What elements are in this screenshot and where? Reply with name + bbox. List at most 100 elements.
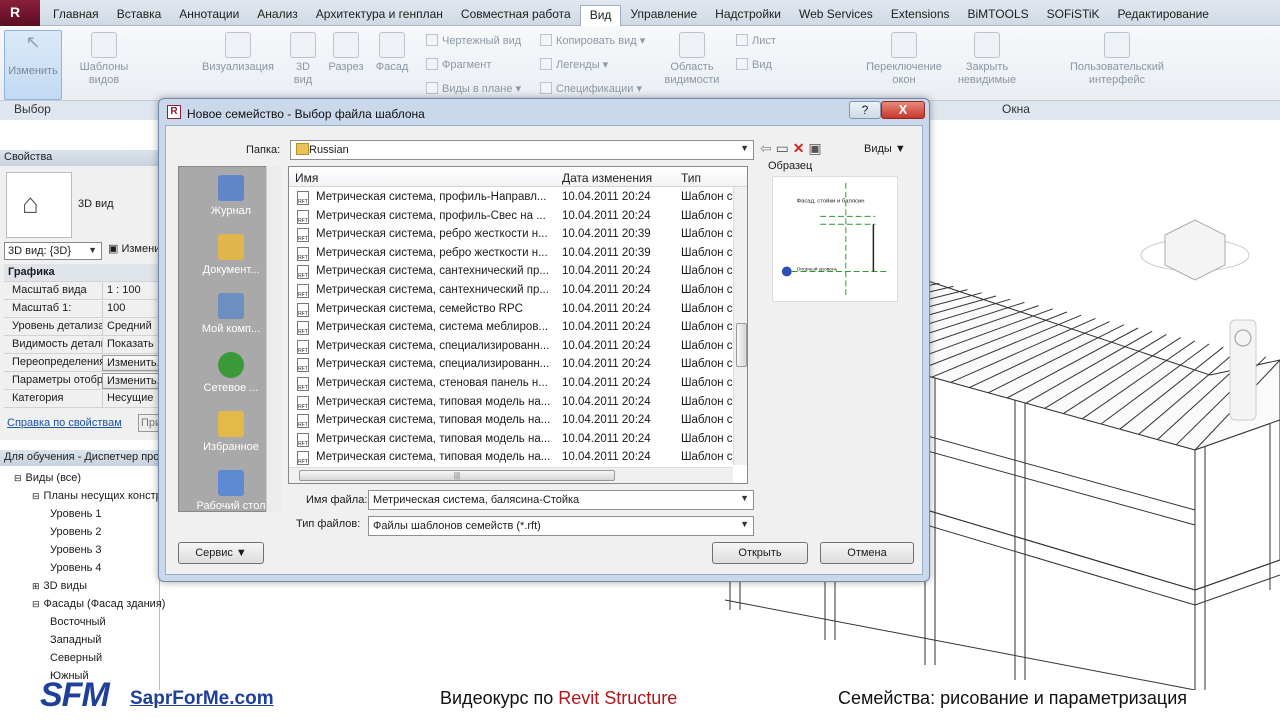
tree-node[interactable]: Западный: [50, 634, 101, 646]
switch-windows-button[interactable]: Переключение окон: [860, 32, 948, 87]
file-row[interactable]: RFT Метрическая система, сантехнический п…: [289, 282, 747, 300]
back-icon[interactable]: ⇦: [760, 140, 772, 156]
apply-button[interactable]: Применить: [138, 414, 160, 432]
file-row[interactable]: RFT Метрическая система, система меблиров…: [289, 319, 747, 337]
service-button[interactable]: Сервис ▼: [178, 542, 264, 564]
tab-0[interactable]: Главная: [44, 5, 108, 26]
legends-button[interactable]: Легенды ▾: [540, 58, 608, 71]
navigation-bar[interactable]: [1229, 319, 1257, 421]
plan-views-button[interactable]: Виды в плане ▾: [426, 82, 521, 95]
folder-select[interactable]: Russian ▼: [290, 140, 754, 160]
tab-7[interactable]: Управление: [621, 5, 706, 26]
properties-help-link[interactable]: Справка по свойствам: [7, 417, 122, 429]
hscroll-thumb[interactable]: |||: [299, 470, 615, 481]
rft-file-icon: RFT: [297, 284, 309, 298]
close-button[interactable]: X: [881, 101, 925, 119]
delete-icon[interactable]: ✕: [793, 140, 805, 156]
file-list-vscrollbar[interactable]: [733, 187, 747, 465]
tab-9[interactable]: Web Services: [790, 5, 882, 26]
file-list-hscrollbar[interactable]: |||: [289, 467, 733, 483]
file-row[interactable]: RFT Метрическая система, сантехнический п…: [289, 263, 747, 281]
file-row[interactable]: RFT Метрическая система, специализированн…: [289, 338, 747, 356]
property-value[interactable]: Несущие: [102, 391, 160, 407]
tab-6[interactable]: Вид: [579, 5, 622, 26]
tree-node-label: Фасады (Фасад здания): [43, 598, 166, 610]
property-value[interactable]: Средний: [102, 319, 160, 335]
visualization-button[interactable]: Визуализация: [198, 32, 278, 74]
file-row[interactable]: RFT Метрическая система, типовая модель н…: [289, 394, 747, 412]
schedules-button[interactable]: Спецификации ▾: [540, 82, 642, 95]
3d-view-button[interactable]: 3D вид: [286, 32, 320, 87]
property-value[interactable]: Изменить...: [102, 355, 160, 371]
tree-node[interactable]: ⊟ Фасады (Фасад здания): [32, 598, 165, 610]
tab-4[interactable]: Архитектура и генплан: [307, 5, 452, 26]
open-button[interactable]: Открыть: [712, 542, 808, 564]
column-name[interactable]: Имя: [295, 171, 318, 185]
fragment-button[interactable]: Фрагмент: [426, 58, 491, 71]
tab-13[interactable]: Редактирование: [1109, 5, 1218, 26]
view-templates-button[interactable]: Шаблоны видов: [72, 32, 136, 87]
vscroll-thumb[interactable]: [736, 323, 747, 367]
tab-5[interactable]: Совместная работа: [452, 5, 580, 26]
tree-node[interactable]: Уровень 2: [50, 526, 102, 538]
sheet-button[interactable]: Лист: [736, 34, 776, 47]
file-row[interactable]: RFT Метрическая система, типовая модель н…: [289, 431, 747, 449]
expand-icon[interactable]: ⊟: [32, 491, 40, 501]
tree-node[interactable]: ⊟ Виды (все): [14, 472, 81, 484]
tab-1[interactable]: Вставка: [108, 5, 171, 26]
elevation-button[interactable]: Фасад: [372, 32, 412, 74]
tab-8[interactable]: Надстройки: [706, 5, 790, 26]
cancel-button[interactable]: Отмена: [820, 542, 914, 564]
close-hidden-button[interactable]: Закрыть невидимые: [954, 32, 1020, 87]
file-row[interactable]: RFT Метрическая система, семейство RPC 10.…: [289, 301, 747, 319]
property-value[interactable]: Изменить...: [102, 373, 160, 389]
user-interface-button[interactable]: Пользовательский интерфейс: [1058, 32, 1176, 87]
file-row[interactable]: RFT Метрическая система, специализированн…: [289, 356, 747, 374]
file-row[interactable]: RFT Метрическая система, типовая модель н…: [289, 412, 747, 430]
property-value[interactable]: 1 : 100: [102, 283, 160, 299]
tree-node[interactable]: ⊞ 3D виды: [32, 580, 87, 592]
filetype-select[interactable]: Файлы шаблонов семейств (*.rft) ▼: [368, 516, 754, 536]
site-link[interactable]: SaprForMe.com: [130, 688, 274, 710]
viewcube[interactable]: [1140, 219, 1250, 281]
tab-11[interactable]: BiMTOOLS: [959, 5, 1038, 26]
tab-3[interactable]: Анализ: [248, 5, 307, 26]
drafting-view-button[interactable]: Чертежный вид: [426, 34, 521, 47]
filename-input[interactable]: Метрическая система, балясина-Стойка ▼: [368, 490, 754, 510]
views-button[interactable]: Виды ▼: [864, 143, 906, 155]
tab-12[interactable]: SOFiSTiK: [1038, 5, 1109, 26]
up-folder-icon[interactable]: ▭: [776, 140, 789, 156]
column-date[interactable]: Дата изменения: [562, 171, 652, 185]
column-type[interactable]: Тип: [681, 171, 701, 185]
scope-box-button[interactable]: Область видимости: [660, 32, 724, 87]
tab-2[interactable]: Аннотации: [170, 5, 248, 26]
tree-node[interactable]: Уровень 3: [50, 544, 102, 556]
section-button[interactable]: Разрез: [324, 32, 368, 74]
tree-node[interactable]: Северный: [50, 652, 102, 664]
edit-type-button[interactable]: ▣ Изменить тип: [108, 242, 158, 255]
property-value[interactable]: Показать: [102, 337, 160, 353]
expand-icon[interactable]: ⊟: [32, 599, 40, 609]
new-folder-icon[interactable]: ▣: [808, 140, 821, 156]
tree-node[interactable]: Уровень 4: [50, 562, 102, 574]
expand-icon[interactable]: ⊞: [32, 581, 40, 591]
view-button[interactable]: Вид: [736, 58, 772, 71]
file-row[interactable]: RFT Метрическая система, типовая модель н…: [289, 449, 747, 467]
file-row[interactable]: RFT Метрическая система, стеновая панель …: [289, 375, 747, 393]
property-value[interactable]: 100: [102, 301, 160, 317]
file-row[interactable]: RFT Метрическая система, ребро жесткости …: [289, 226, 747, 244]
file-row[interactable]: RFT Метрическая система, профиль-Свес на …: [289, 208, 747, 226]
file-row[interactable]: RFT Метрическая система, профиль-Направл.…: [289, 189, 747, 207]
file-date: 10.04.2011 20:24: [562, 339, 651, 352]
view-selector[interactable]: 3D вид: {3D} ▼: [4, 242, 102, 260]
places-scrollbar[interactable]: [266, 166, 282, 512]
help-button[interactable]: ?: [849, 101, 881, 119]
copy-view-button[interactable]: Копировать вид ▾: [540, 34, 645, 47]
app-menu-button[interactable]: R: [0, 0, 40, 26]
file-row[interactable]: RFT Метрическая система, ребро жесткости …: [289, 245, 747, 263]
tab-10[interactable]: Extensions: [882, 5, 959, 26]
expand-icon[interactable]: ⊟: [14, 473, 22, 483]
section-icon: [333, 32, 359, 58]
tree-node[interactable]: Уровень 1: [50, 508, 102, 520]
tree-node[interactable]: Восточный: [50, 616, 106, 628]
